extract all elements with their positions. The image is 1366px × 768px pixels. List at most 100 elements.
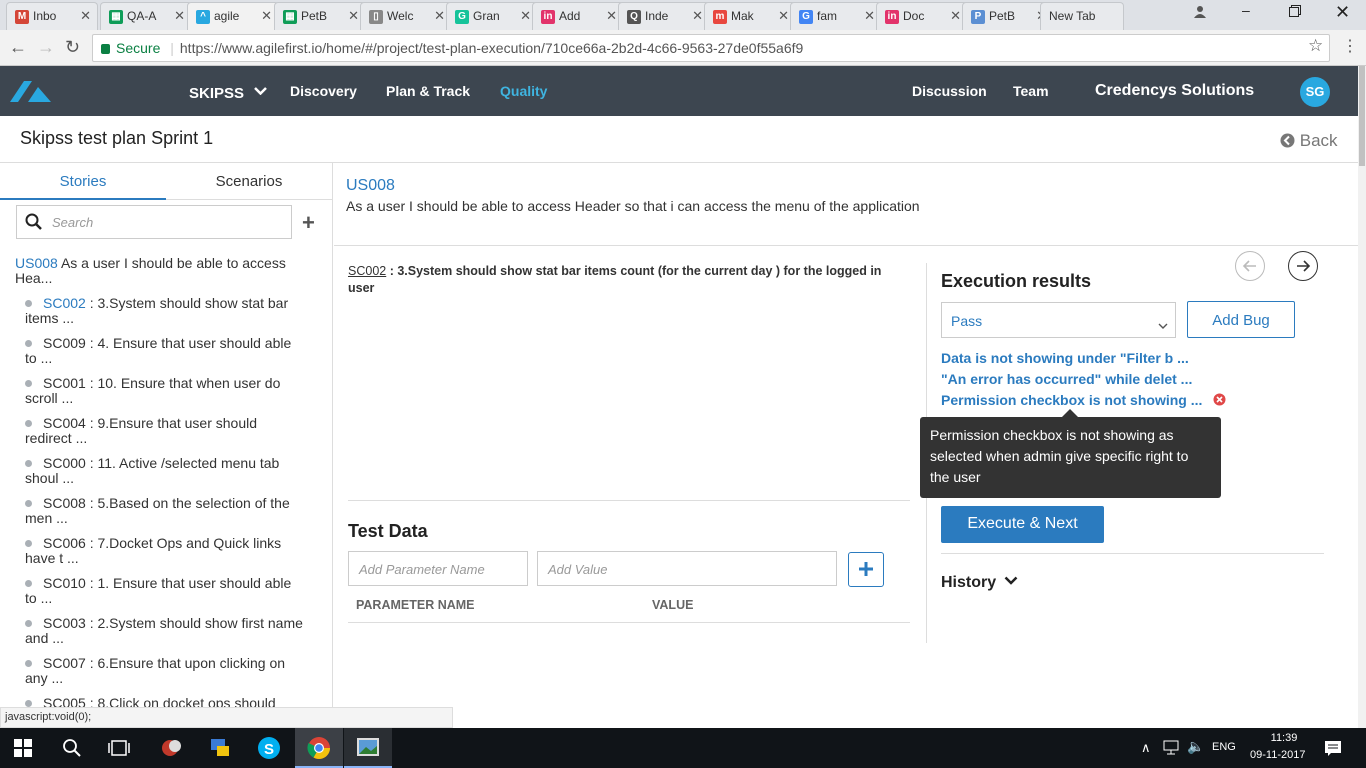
- prev-scenario-button[interactable]: [1235, 251, 1265, 281]
- scenario-list-item[interactable]: SC004 : 9.Ensure that user should redirec…: [25, 416, 320, 446]
- scenario-list-item[interactable]: SC001 : 10. Ensure that when user do scro…: [25, 376, 320, 406]
- close-tab-icon[interactable]: ✕: [348, 8, 359, 24]
- profile-icon[interactable]: [1193, 4, 1207, 21]
- history-toggle[interactable]: History: [941, 573, 1018, 592]
- close-tab-icon[interactable]: ✕: [692, 8, 703, 24]
- close-tab-icon[interactable]: ✕: [864, 8, 875, 24]
- network-app-icon[interactable]: [208, 736, 232, 760]
- close-tab-icon[interactable]: ✕: [520, 8, 531, 24]
- scenario-id[interactable]: SC004: [43, 415, 86, 431]
- bug-link[interactable]: "An error has occurred" while delet ...: [941, 371, 1192, 387]
- add-bug-button[interactable]: Add Bug: [1187, 301, 1295, 338]
- next-scenario-button[interactable]: [1288, 251, 1318, 281]
- close-tab-icon[interactable]: ✕: [174, 8, 185, 24]
- project-selector[interactable]: SKIPSS: [189, 82, 268, 102]
- browser-tab[interactable]: in Add ✕: [532, 2, 624, 30]
- execute-next-button[interactable]: Execute & Next: [941, 506, 1104, 543]
- browser-tab[interactable]: Q Inde ✕: [618, 2, 710, 30]
- browser-tab[interactable]: m Mak ✕: [704, 2, 796, 30]
- scenario-id[interactable]: SC006: [43, 535, 86, 551]
- tray-chevron-icon[interactable]: ∧: [1141, 740, 1151, 756]
- scenario-list-item[interactable]: SC002 : 3.System should show stat bar ite…: [25, 296, 320, 326]
- add-parameter-button[interactable]: [848, 552, 884, 587]
- browser-tab[interactable]: ▯ Welc ✕: [360, 2, 452, 30]
- org-name[interactable]: Credencys Solutions: [1095, 82, 1254, 100]
- scenario-list-item[interactable]: SC008 : 5.Based on the selection of the m…: [25, 496, 320, 526]
- close-tab-icon[interactable]: ✕: [950, 8, 961, 24]
- scenario-detail-id[interactable]: SC002: [348, 264, 386, 278]
- bug-link[interactable]: Data is not showing under "Filter b ...: [941, 350, 1189, 366]
- nav-plan-track[interactable]: Plan & Track: [386, 83, 470, 99]
- close-tab-icon[interactable]: ✕: [606, 8, 617, 24]
- nav-team[interactable]: Team: [1013, 83, 1049, 99]
- nav-quality[interactable]: Quality: [500, 83, 547, 99]
- story-id[interactable]: US008: [15, 255, 58, 271]
- scrollbar-thumb[interactable]: [1359, 66, 1365, 166]
- maximize-icon[interactable]: [1289, 4, 1301, 20]
- scenario-list-item[interactable]: SC006 : 7.Docket Ops and Quick links have…: [25, 536, 320, 566]
- close-tab-icon[interactable]: ✕: [261, 8, 272, 24]
- skype-icon[interactable]: S: [257, 736, 281, 760]
- bug-link[interactable]: Permission checkbox is not showing ...: [941, 392, 1202, 408]
- scenario-id[interactable]: SC003: [43, 615, 86, 631]
- language-indicator[interactable]: ENG: [1212, 741, 1236, 753]
- nav-discovery[interactable]: Discovery: [290, 83, 357, 99]
- story-header-id[interactable]: US008: [346, 177, 395, 195]
- agilefirst-logo-icon[interactable]: [10, 81, 52, 108]
- remove-bug-icon[interactable]: [1213, 393, 1226, 411]
- chrome-taskbar-button[interactable]: [295, 728, 343, 768]
- story-item[interactable]: US008 As a user I should be able to acce…: [15, 256, 315, 286]
- scenario-id[interactable]: SC009: [43, 335, 86, 351]
- scenario-id[interactable]: SC010: [43, 575, 86, 591]
- back-link[interactable]: Back: [1280, 131, 1338, 153]
- close-tab-icon[interactable]: ✕: [434, 8, 445, 24]
- reload-icon[interactable]: ↻: [65, 37, 80, 58]
- close-window-icon[interactable]: ✕: [1335, 2, 1350, 23]
- scenario-list-item[interactable]: SC003 : 2.System should show first name a…: [25, 616, 320, 646]
- result-select[interactable]: Pass: [941, 302, 1176, 338]
- browser-tab[interactable]: ▦ PetB ✕: [274, 2, 366, 30]
- browser-tab[interactable]: M Inbo ✕: [6, 2, 98, 30]
- search-icon[interactable]: [62, 738, 86, 762]
- task-view-icon[interactable]: [108, 738, 132, 762]
- scenario-id[interactable]: SC000: [43, 455, 86, 471]
- browser-tab[interactable]: ▦ QA-A ✕: [100, 2, 192, 30]
- parameter-name-input[interactable]: Add Parameter Name: [348, 551, 528, 586]
- avatar[interactable]: SG: [1300, 77, 1330, 107]
- network-icon[interactable]: [1163, 739, 1181, 760]
- action-center-icon[interactable]: [1324, 739, 1342, 762]
- add-story-icon[interactable]: +: [302, 210, 315, 236]
- volume-icon[interactable]: 🔈: [1187, 738, 1204, 755]
- scenario-id[interactable]: SC007: [43, 655, 86, 671]
- browser-tab[interactable]: New Tab: [1040, 2, 1124, 30]
- browser-tab[interactable]: in Doc ✕: [876, 2, 968, 30]
- browser-tab[interactable]: G Gran ✕: [446, 2, 538, 30]
- scenario-list-item[interactable]: SC009 : 4. Ensure that user should able t…: [25, 336, 320, 366]
- close-tab-icon[interactable]: ✕: [778, 8, 789, 24]
- scenario-list-item[interactable]: SC007 : 6.Ensure that upon clicking on an…: [25, 656, 320, 686]
- nav-discussion[interactable]: Discussion: [912, 83, 987, 99]
- forward-arrow-icon[interactable]: →: [37, 37, 55, 58]
- scenario-id[interactable]: SC008: [43, 495, 86, 511]
- close-tab-icon[interactable]: ✕: [80, 8, 91, 24]
- scenario-list-item[interactable]: SC010 : 1. Ensure that user should able t…: [25, 576, 320, 606]
- clock-date[interactable]: 09-11-2017: [1250, 749, 1305, 761]
- browser-tab[interactable]: Gfam ✕: [790, 2, 882, 30]
- app-icon[interactable]: [160, 736, 184, 760]
- tab-scenarios[interactable]: Scenarios: [166, 163, 332, 200]
- back-arrow-icon[interactable]: ←: [9, 37, 27, 58]
- tab-stories[interactable]: Stories: [0, 163, 166, 200]
- bookmark-star-icon[interactable]: ☆: [1308, 36, 1323, 56]
- windows-start-icon[interactable]: [14, 739, 38, 763]
- chrome-menu-icon[interactable]: ⋮: [1342, 36, 1358, 56]
- scenario-id[interactable]: SC002: [43, 295, 86, 311]
- scenario-list-item[interactable]: SC000 : 11. Active /selected menu tab sho…: [25, 456, 320, 486]
- minimize-icon[interactable]: –: [1242, 2, 1250, 18]
- url-input[interactable]: Secure | https://www.agilefirst.io/home/#…: [92, 34, 1330, 62]
- browser-tab[interactable]: ^ agile ✕: [187, 2, 279, 30]
- clock-time[interactable]: 11:39: [1264, 732, 1304, 744]
- scenario-id[interactable]: SC001: [43, 375, 86, 391]
- parameter-value-input[interactable]: Add Value: [537, 551, 837, 586]
- photos-taskbar-button[interactable]: [344, 728, 392, 768]
- search-input[interactable]: Search: [16, 205, 292, 239]
